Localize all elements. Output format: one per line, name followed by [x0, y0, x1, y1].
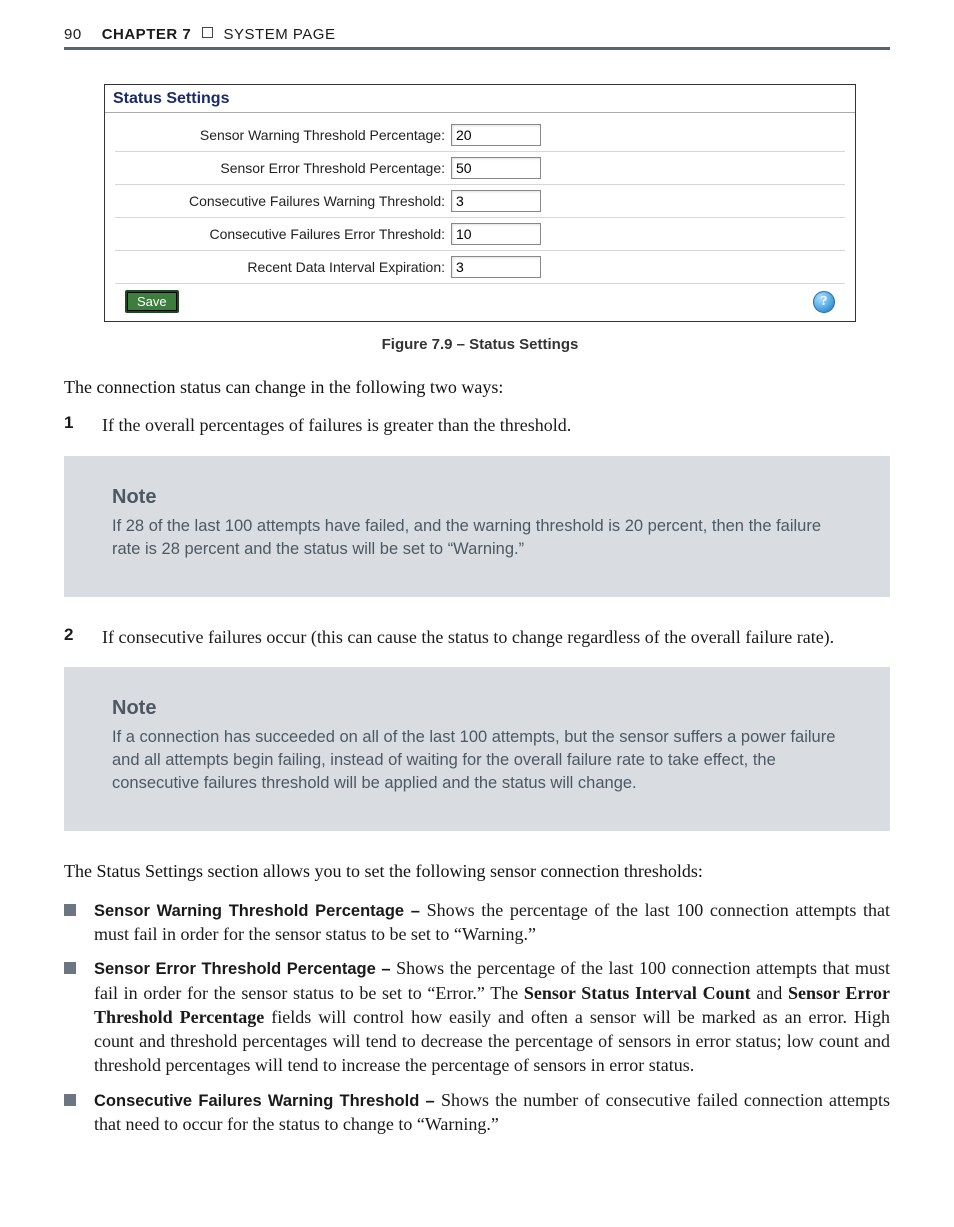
- square-bullet-icon: [64, 962, 76, 974]
- note-box: Note If a connection has succeeded on al…: [64, 667, 890, 831]
- list-number: 2: [64, 625, 84, 649]
- help-icon[interactable]: ?: [813, 291, 835, 313]
- recent-data-interval-input[interactable]: [451, 256, 541, 278]
- square-bullet-icon: [64, 1094, 76, 1106]
- list-number: 1: [64, 413, 84, 437]
- bullet-lead: Consecutive Failures Warning Threshold –: [94, 1092, 441, 1110]
- note-body: If 28 of the last 100 attempts have fail…: [112, 515, 842, 561]
- list-item: 2 If consecutive failures occur (this ca…: [64, 625, 890, 649]
- setting-label: Sensor Warning Threshold Percentage:: [115, 127, 451, 143]
- intro-paragraph: The connection status can change in the …: [64, 375, 890, 399]
- sensor-warning-threshold-input[interactable]: [451, 124, 541, 146]
- status-settings-panel: Status Settings Sensor Warning Threshold…: [104, 84, 856, 322]
- setting-label: Sensor Error Threshold Percentage:: [115, 160, 451, 176]
- sensor-error-threshold-input[interactable]: [451, 157, 541, 179]
- setting-label: Consecutive Failures Error Threshold:: [115, 226, 451, 242]
- panel-footer: Save ?: [115, 284, 845, 321]
- bullet-text: Sensor Error Threshold Percentage – Show…: [94, 956, 890, 1077]
- list-text: If consecutive failures occur (this can …: [102, 625, 890, 649]
- numbered-list: 1 If the overall percentages of failures…: [64, 413, 890, 437]
- numbered-list: 2 If consecutive failures occur (this ca…: [64, 625, 890, 649]
- list-text: If the overall percentages of failures i…: [102, 413, 890, 437]
- page-number: 90: [64, 26, 82, 43]
- bulleted-list: Sensor Warning Threshold Percentage – Sh…: [64, 898, 890, 1137]
- setting-label: Recent Data Interval Expiration:: [115, 259, 451, 275]
- square-bullet-icon: [64, 904, 76, 916]
- setting-row-consec-error: Consecutive Failures Error Threshold:: [115, 218, 845, 251]
- note-heading: Note: [112, 486, 842, 509]
- list-item: Sensor Warning Threshold Percentage – Sh…: [64, 898, 890, 947]
- setting-row-consec-warning: Consecutive Failures Warning Threshold:: [115, 185, 845, 218]
- setting-label: Consecutive Failures Warning Threshold:: [115, 193, 451, 209]
- header-rule: [64, 47, 890, 50]
- consecutive-failures-error-input[interactable]: [451, 223, 541, 245]
- list-item: Consecutive Failures Warning Threshold –…: [64, 1088, 890, 1137]
- list-item: 1 If the overall percentages of failures…: [64, 413, 890, 437]
- note-heading: Note: [112, 697, 842, 720]
- setting-row-warning-pct: Sensor Warning Threshold Percentage:: [115, 119, 845, 152]
- panel-title: Status Settings: [105, 85, 855, 113]
- thresholds-intro: The Status Settings section allows you t…: [64, 859, 890, 883]
- figure-caption: Figure 7.9 – Status Settings: [104, 336, 856, 353]
- section-title: SYSTEM PAGE: [224, 26, 336, 43]
- chapter-label: CHAPTER 7: [102, 26, 192, 43]
- save-button[interactable]: Save: [125, 290, 179, 313]
- setting-row-recent-data: Recent Data Interval Expiration:: [115, 251, 845, 284]
- square-glyph: [202, 27, 213, 38]
- list-item: Sensor Error Threshold Percentage – Show…: [64, 956, 890, 1077]
- note-body: If a connection has succeeded on all of …: [112, 726, 842, 795]
- setting-row-error-pct: Sensor Error Threshold Percentage:: [115, 152, 845, 185]
- bullet-text: Consecutive Failures Warning Threshold –…: [94, 1088, 890, 1137]
- bullet-lead: Sensor Error Threshold Percentage –: [94, 960, 396, 978]
- consecutive-failures-warning-input[interactable]: [451, 190, 541, 212]
- header-text: CHAPTER 7 SYSTEM PAGE: [102, 26, 336, 43]
- panel-body: Sensor Warning Threshold Percentage: Sen…: [105, 113, 855, 321]
- note-box: Note If 28 of the last 100 attempts have…: [64, 456, 890, 597]
- running-header: 90 CHAPTER 7 SYSTEM PAGE: [64, 26, 890, 43]
- bullet-text: Sensor Warning Threshold Percentage – Sh…: [94, 898, 890, 947]
- bullet-mid: and: [751, 983, 788, 1003]
- bullet-lead: Sensor Warning Threshold Percentage –: [94, 902, 427, 920]
- inline-bold: Sensor Status Interval Count: [524, 983, 751, 1003]
- figure-container: Status Settings Sensor Warning Threshold…: [104, 84, 856, 353]
